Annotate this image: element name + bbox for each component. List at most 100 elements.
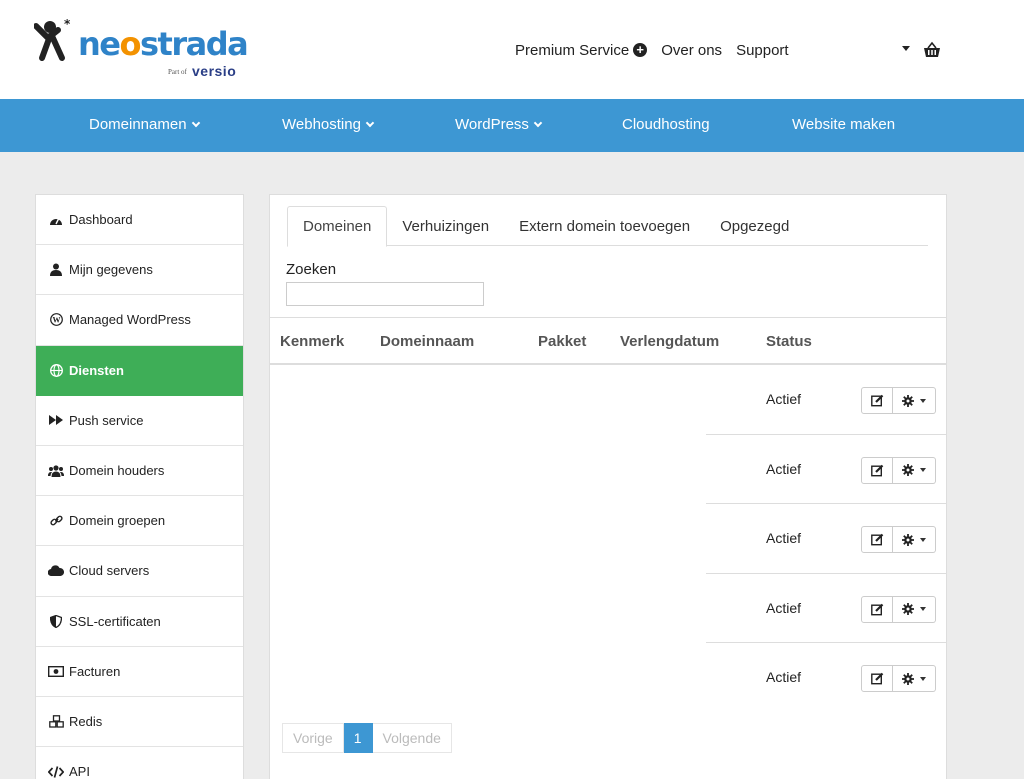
row-actions xyxy=(861,665,936,693)
status-cell: Actief xyxy=(766,391,802,407)
sidebar-item-managed-wordpress[interactable]: W Managed WordPress xyxy=(36,295,243,346)
sidebar-item-ssl-certificaten[interactable]: SSL-certificaten xyxy=(36,597,243,647)
edit-icon xyxy=(870,533,883,546)
over-ons-link[interactable]: Over ons xyxy=(661,42,722,59)
tab-domeinen[interactable]: Domeinen xyxy=(287,206,388,247)
sidebar-item-domein-houders[interactable]: Domein houders xyxy=(36,446,243,497)
logo-part-of: Part of xyxy=(168,68,187,76)
sidebar-item-label: Redis xyxy=(69,713,103,729)
column-header-pakket[interactable]: Pakket xyxy=(538,333,586,350)
logo-figure-icon: * xyxy=(34,18,71,61)
edit-button[interactable] xyxy=(861,595,893,623)
account-sidebar: Dashboard Mijn gegevens W Managed WordPr… xyxy=(35,194,244,779)
dashboard-icon xyxy=(48,213,64,227)
search-input[interactable] xyxy=(286,282,484,306)
user-icon xyxy=(48,263,64,277)
sidebar-item-dashboard[interactable]: Dashboard xyxy=(36,195,243,246)
fast-forward-icon xyxy=(48,413,64,427)
logo-wordmark: neostrada xyxy=(78,25,249,63)
sidebar-item-domein-groepen[interactable]: Domein groepen xyxy=(36,496,243,547)
menu-wordpress[interactable]: WordPress xyxy=(455,116,543,133)
tab-bar: Domeinen Verhuizingen Extern domein toev… xyxy=(287,206,928,247)
status-cell: Actief xyxy=(766,530,802,547)
pagination-previous[interactable]: Vorige xyxy=(282,723,344,753)
gear-icon xyxy=(902,394,914,407)
sidebar-item-label: Dashboard xyxy=(69,212,133,228)
caret-down-icon xyxy=(920,676,926,681)
sidebar-item-facturen[interactable]: Facturen xyxy=(36,647,243,697)
sidebar-item-push-service[interactable]: Push service xyxy=(36,396,243,446)
gear-icon xyxy=(902,672,914,685)
menu-webhosting[interactable]: Webhosting xyxy=(282,116,375,133)
edit-icon xyxy=(870,394,883,407)
sidebar-item-mijn-gegevens[interactable]: Mijn gegevens xyxy=(36,245,243,296)
tab-verhuizingen[interactable]: Verhuizingen xyxy=(387,206,504,246)
table-row: Actief xyxy=(270,504,946,574)
menu-label: Cloudhosting xyxy=(622,116,710,133)
sidebar-item-label: Facturen xyxy=(69,663,121,679)
edit-button[interactable] xyxy=(861,387,893,414)
settings-dropdown-button[interactable] xyxy=(893,665,936,693)
sidebar-item-label: API xyxy=(69,764,90,779)
sidebar-item-label: Cloud servers xyxy=(69,563,150,579)
column-header-verlengdatum[interactable]: Verlengdatum xyxy=(620,333,719,350)
edit-button[interactable] xyxy=(861,526,893,554)
account-dropdown-caret-icon[interactable] xyxy=(902,46,910,51)
menu-cloudhosting[interactable]: Cloudhosting xyxy=(622,116,710,133)
pagination: Vorige 1 Volgende xyxy=(282,723,452,753)
caret-down-icon xyxy=(920,607,926,612)
plus-circle-icon: + xyxy=(633,43,648,57)
row-actions xyxy=(861,387,936,414)
neostrada-logo[interactable]: * neostrada Part of versio xyxy=(34,18,249,82)
table-row: Actief xyxy=(270,435,946,505)
edit-icon xyxy=(870,673,883,685)
column-header-domeinnaam[interactable]: Domeinnaam xyxy=(380,333,474,350)
table-row: Actief xyxy=(270,643,946,713)
pagination-page-current[interactable]: 1 xyxy=(343,723,373,753)
pagination-next[interactable]: Volgende xyxy=(372,723,452,753)
menu-domeinnamen[interactable]: Domeinnamen xyxy=(89,116,200,133)
sidebar-item-label: Diensten xyxy=(69,362,124,378)
cubes-icon xyxy=(48,714,64,728)
shopping-basket-icon[interactable] xyxy=(923,41,941,59)
menu-label: WordPress xyxy=(455,116,529,133)
sidebar-item-label: SSL-certificaten xyxy=(69,613,161,629)
users-icon xyxy=(48,464,64,478)
settings-dropdown-button[interactable] xyxy=(893,526,936,554)
premium-service-link[interactable]: Premium Service + xyxy=(515,42,648,59)
row-actions xyxy=(861,456,936,484)
sidebar-item-api[interactable]: API xyxy=(36,747,243,779)
edit-icon xyxy=(870,464,883,476)
status-cell: Actief xyxy=(766,460,802,477)
sidebar-item-label: Push service xyxy=(69,412,144,428)
sidebar-item-cloud-servers[interactable]: Cloud servers xyxy=(36,546,243,597)
globe-icon xyxy=(48,363,64,377)
svg-text:W: W xyxy=(52,316,60,325)
edit-icon xyxy=(870,603,883,616)
over-ons-label: Over ons xyxy=(661,41,723,59)
support-link[interactable]: Support xyxy=(736,42,789,59)
versio-logo: versio xyxy=(192,63,237,79)
shield-icon xyxy=(48,614,64,628)
caret-down-icon xyxy=(920,468,926,473)
main-menu-bar: Domeinnamen Webhosting WordPress Cloudho… xyxy=(0,99,1024,152)
svg-text:*: * xyxy=(64,18,71,31)
tab-extern-domein-toevoegen[interactable]: Extern domein toevoegen xyxy=(504,206,705,246)
link-icon xyxy=(48,514,64,528)
menu-website-maken[interactable]: Website maken xyxy=(792,116,895,133)
status-cell: Actief xyxy=(766,669,802,686)
sidebar-item-label: Domein groepen xyxy=(69,513,166,529)
edit-button[interactable] xyxy=(861,665,893,693)
settings-dropdown-button[interactable] xyxy=(893,595,936,623)
caret-down-icon xyxy=(920,398,926,403)
tab-opgezegd[interactable]: Opgezegd xyxy=(705,206,804,246)
column-header-kenmerk[interactable]: Kenmerk xyxy=(280,333,344,350)
column-header-status[interactable]: Status xyxy=(766,333,812,350)
sidebar-item-redis[interactable]: Redis xyxy=(36,697,243,748)
settings-dropdown-button[interactable] xyxy=(893,387,936,414)
settings-dropdown-button[interactable] xyxy=(893,456,936,484)
edit-button[interactable] xyxy=(861,456,893,484)
sidebar-item-diensten[interactable]: Diensten xyxy=(36,345,243,396)
wordpress-icon: W xyxy=(48,313,64,327)
chevron-down-icon xyxy=(191,118,200,127)
